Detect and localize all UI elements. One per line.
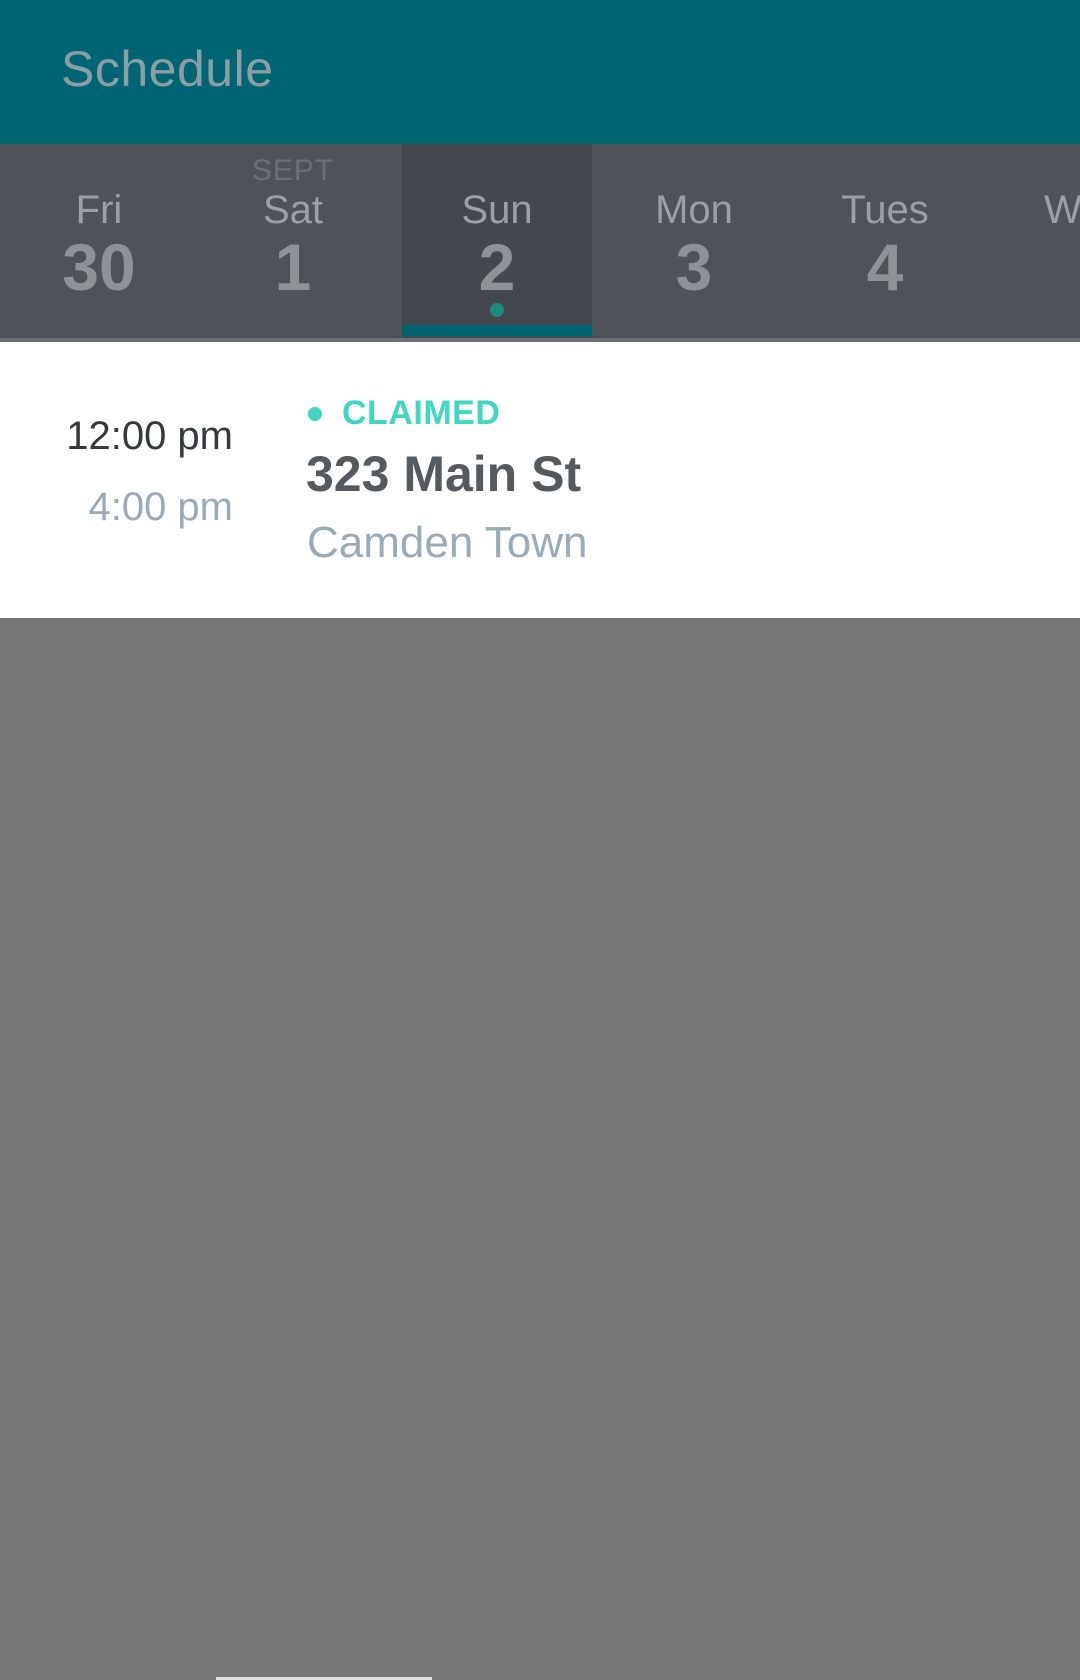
page-title: Schedule: [61, 41, 274, 97]
day-name: Fri: [75, 188, 123, 232]
day-sun-2[interactable]: Sun 2: [402, 144, 592, 340]
day-fri-30[interactable]: Fri 30: [4, 144, 194, 340]
event-indicator-dot: [490, 303, 504, 317]
day-tues-4[interactable]: Tues 4: [790, 144, 980, 340]
day-number: 2: [478, 230, 516, 304]
day-wed-partial[interactable]: W: [1040, 144, 1080, 340]
day-mon-3[interactable]: Mon 3: [599, 144, 789, 340]
day-name: W: [1044, 188, 1080, 232]
shift-neighborhood: Camden Town: [307, 518, 588, 567]
shift-address: 323 Main St: [306, 446, 582, 502]
status-dot-icon: [308, 407, 322, 421]
day-number: 1: [274, 230, 312, 304]
day-name: Mon: [655, 188, 733, 232]
status-label: CLAIMED: [342, 394, 501, 432]
month-label: SEPT: [251, 154, 335, 187]
shift-card[interactable]: 12:00 pm 4:00 pm CLAIMED 323 Main St Cam…: [0, 342, 1080, 618]
day-name: Sat: [262, 188, 324, 232]
selected-day-underline: [402, 325, 592, 336]
shift-end-time: 4:00 pm: [88, 485, 233, 529]
day-number: 30: [62, 230, 136, 304]
day-number: 4: [866, 230, 904, 304]
day-name: Sun: [461, 188, 533, 232]
day-name: Tues: [841, 188, 929, 232]
shift-start-time: 12:00 pm: [66, 414, 233, 458]
day-number: 3: [675, 230, 713, 304]
date-strip[interactable]: Fri 30 SEPT Sat 1 Sun 2 Mon 3 Tues 4 W: [0, 144, 1080, 340]
day-sat-1[interactable]: SEPT Sat 1: [198, 144, 388, 340]
app-bar: Schedule: [0, 0, 1080, 144]
